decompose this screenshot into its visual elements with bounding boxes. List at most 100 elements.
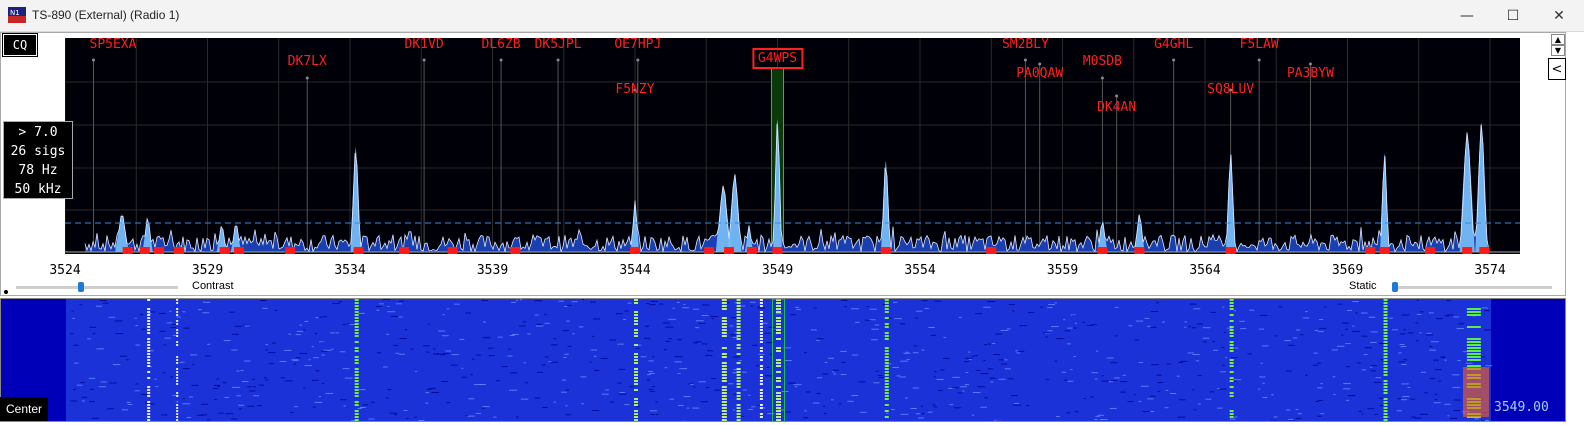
waterfall-noise <box>72 317 75 319</box>
cq-button[interactable]: CQ <box>2 33 38 57</box>
waterfall-noise <box>79 382 85 384</box>
frequency-tick-label: 3524 <box>49 263 81 278</box>
waterfall-noise <box>1429 349 1436 351</box>
waterfall-noise <box>1083 398 1086 400</box>
maximize-button[interactable]: ☐ <box>1490 0 1536 31</box>
waterfall-noise <box>387 311 396 313</box>
spot-callsign[interactable]: M0SDB <box>1083 54 1122 69</box>
waterfall-noise <box>451 354 459 356</box>
waterfall-noise <box>844 306 847 308</box>
waterfall-noise <box>212 387 218 389</box>
contrast-slider-track[interactable] <box>16 286 178 289</box>
waterfall-noise <box>1187 352 1194 354</box>
waterfall-noise <box>542 406 548 408</box>
waterfall-signal-trace <box>1229 326 1234 328</box>
waterfall-signal-trace <box>776 365 781 367</box>
waterfall-noise <box>1368 316 1376 318</box>
waterfall-signal-trace <box>354 413 359 415</box>
waterfall-noise <box>581 403 584 405</box>
scroll-up-button[interactable]: ▲ <box>1551 34 1565 45</box>
waterfall-signal-trace <box>147 359 151 361</box>
waterfall-graph[interactable] <box>1 299 1566 422</box>
spot-callsign[interactable]: DK1VD <box>405 37 444 52</box>
waterfall-signal-trace <box>884 305 889 307</box>
waterfall-noise <box>342 368 350 370</box>
waterfall-noise <box>1000 363 1008 365</box>
waterfall-signal-trace <box>759 356 763 358</box>
frequency-tick-label: 3534 <box>334 263 366 278</box>
spot-callsign[interactable]: SM2BLY <box>1002 37 1049 52</box>
spot-callsign[interactable]: DL6ZB <box>481 37 520 52</box>
waterfall-noise <box>140 393 148 395</box>
waterfall-noise <box>769 353 773 355</box>
waterfall-noise <box>1039 306 1043 308</box>
waterfall-noise <box>1011 310 1015 312</box>
waterfall-noise <box>88 377 96 379</box>
waterfall-noise <box>869 308 877 310</box>
contrast-slider-thumb[interactable] <box>77 282 84 292</box>
waterfall-signal-trace <box>354 386 359 388</box>
spot-callsign[interactable]: F5LAW <box>1240 37 1279 52</box>
static-slider-thumb[interactable] <box>1392 282 1399 292</box>
waterfall-signal-trace <box>884 317 889 319</box>
waterfall-noise <box>1045 379 1050 381</box>
minimize-button[interactable]: — <box>1444 0 1490 31</box>
waterfall-signal-trace <box>759 332 763 334</box>
waterfall-noise <box>73 362 79 364</box>
spot-callsign[interactable]: DK5JPL <box>535 37 582 52</box>
waterfall-noise <box>461 376 467 378</box>
waterfall-hot-area <box>1463 367 1489 417</box>
waterfall-noise <box>705 354 713 356</box>
waterfall-signal-trace <box>176 374 179 376</box>
static-slider-track[interactable] <box>1392 286 1552 289</box>
waterfall-noise <box>1297 413 1302 415</box>
waterfall-display[interactable] <box>0 298 1566 422</box>
waterfall-noise <box>1407 387 1411 389</box>
waterfall-noise <box>1133 394 1136 396</box>
spot-callsign[interactable]: F5NZY <box>615 82 654 97</box>
waterfall-signal-trace <box>176 416 179 418</box>
waterfall-noise <box>778 388 781 390</box>
waterfall-noise <box>473 384 482 386</box>
waterfall-noise <box>399 353 405 355</box>
waterfall-signal-trace <box>1383 389 1388 391</box>
waterfall-noise <box>674 356 683 358</box>
waterfall-noise <box>414 416 417 418</box>
waterfall-signal-trace <box>147 311 151 313</box>
spot-callsign[interactable]: DK7LX <box>288 54 327 69</box>
spot-callsign[interactable]: G4WPS <box>751 48 804 69</box>
waterfall-noise <box>932 404 936 406</box>
scroll-down-button[interactable]: ▼ <box>1551 45 1565 56</box>
close-button[interactable]: ✕ <box>1536 0 1582 31</box>
waterfall-signal-trace <box>736 305 741 307</box>
waterfall-signal-trace <box>634 332 638 334</box>
waterfall-signal-trace <box>776 386 781 388</box>
waterfall-noise <box>915 413 921 415</box>
center-button[interactable]: Center <box>0 397 48 421</box>
spot-callsign[interactable]: OE7HPJ <box>614 37 661 52</box>
waterfall-noise <box>1205 398 1212 400</box>
waterfall-signal-trace <box>147 419 151 421</box>
collapse-side-button[interactable]: < <box>1548 58 1566 80</box>
spot-callsign[interactable]: SQ8LUV <box>1207 82 1254 97</box>
waterfall-signal-trace <box>634 314 638 316</box>
spot-callsign[interactable]: PA3BYW <box>1287 66 1334 81</box>
waterfall-signal-trace <box>1466 344 1481 346</box>
waterfall-noise <box>70 400 77 402</box>
waterfall-noise <box>609 339 617 341</box>
waterfall-noise <box>918 417 924 419</box>
waterfall-noise <box>344 377 353 379</box>
waterfall-noise <box>592 335 595 337</box>
waterfall-noise <box>824 361 828 363</box>
waterfall-noise <box>253 395 260 397</box>
waterfall-noise <box>816 377 823 379</box>
waterfall-noise <box>240 370 244 372</box>
waterfall-noise <box>523 362 526 364</box>
spot-callsign[interactable]: DK4AN <box>1097 100 1136 115</box>
waterfall-noise <box>182 311 186 313</box>
waterfall-signal-trace <box>721 395 727 397</box>
spot-callsign[interactable]: PA0QAW <box>1016 66 1063 81</box>
spot-callsign[interactable]: G4GHL <box>1154 37 1193 52</box>
spot-callsign[interactable]: SP5EXA <box>90 37 137 52</box>
waterfall-noise <box>683 420 686 421</box>
